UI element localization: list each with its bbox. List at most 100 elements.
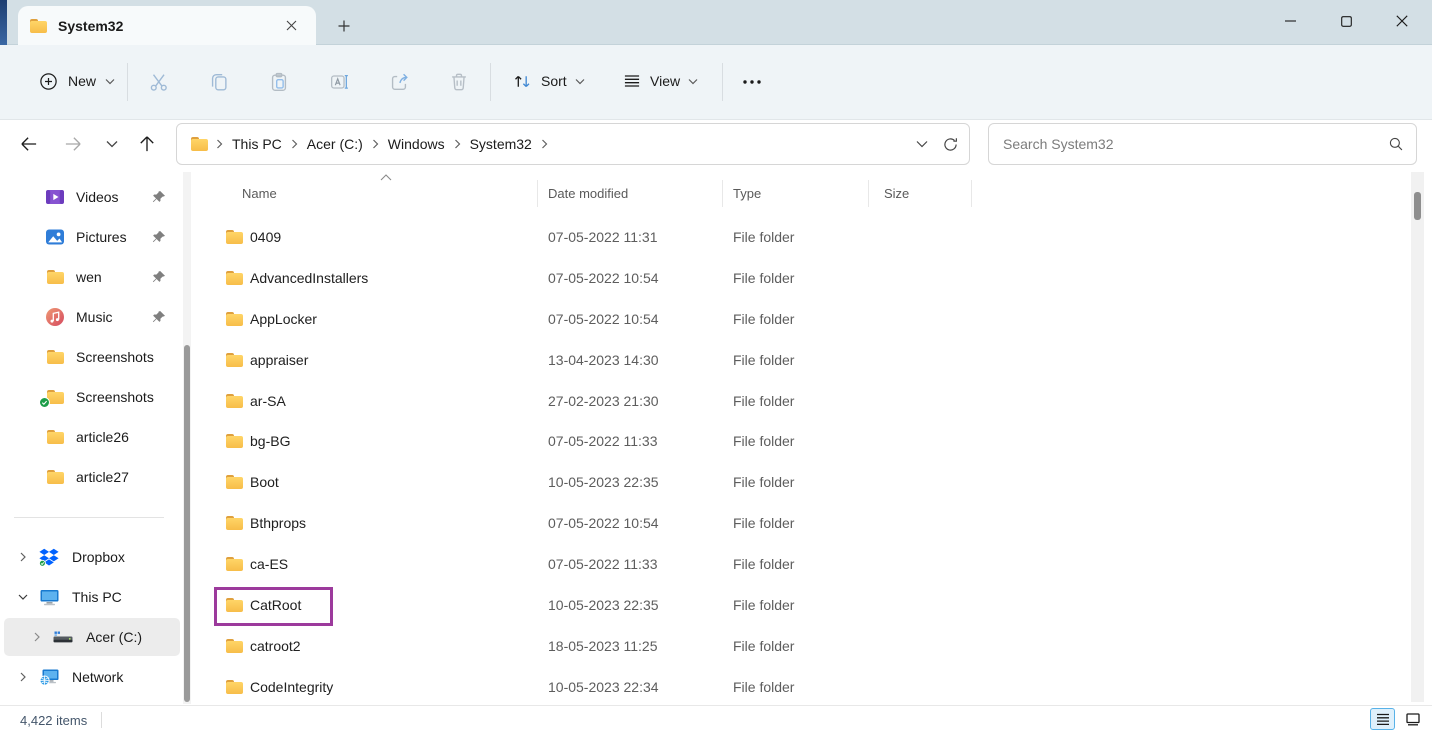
sort-button[interactable]: Sort (502, 61, 595, 101)
breadcrumb-this-pc[interactable]: This PC (225, 132, 289, 156)
search-input[interactable] (1001, 135, 1388, 153)
breadcrumb-chevron-icon (539, 139, 550, 149)
column-separator[interactable] (868, 180, 869, 207)
column-separator[interactable] (722, 180, 723, 207)
file-list-scrollbar-thumb[interactable] (1414, 192, 1421, 220)
sidebar-item-music[interactable]: Music (4, 298, 180, 336)
address-bar[interactable]: This PC Acer (C:) Windows System32 (176, 123, 970, 165)
close-window-button[interactable] (1374, 0, 1430, 42)
folder-icon (30, 19, 47, 33)
copy-button[interactable] (199, 62, 239, 102)
folder-icon (226, 394, 243, 408)
breadcrumb-system32[interactable]: System32 (463, 132, 539, 156)
sidebar-item-screenshots-2[interactable]: Screenshots (4, 378, 180, 416)
sidebar-item-label: Music (76, 309, 113, 325)
column-header-size[interactable]: Size (884, 186, 909, 201)
explorer-tab[interactable]: System32 (18, 6, 316, 45)
file-explorer-window: System32 New (0, 0, 1432, 733)
column-header-row: Name Date modified Type Size (200, 178, 1405, 210)
title-bar: System32 (0, 0, 1432, 45)
status-bar: 4,422 items (0, 705, 1432, 733)
see-more-button[interactable] (732, 62, 772, 102)
address-dropdown-button[interactable] (916, 140, 928, 148)
file-type: File folder (733, 393, 794, 409)
file-type: File folder (733, 597, 794, 613)
folder-icon (226, 434, 243, 448)
file-date: 07-05-2022 11:33 (548, 433, 658, 449)
file-row-boot[interactable]: Boot 10-05-2023 22:35 File folder (200, 462, 1405, 503)
sidebar-item-label: Pictures (76, 229, 127, 245)
up-button[interactable] (132, 129, 162, 159)
file-row-ar-sa[interactable]: ar-SA 27-02-2023 21:30 File folder (200, 381, 1405, 422)
recent-locations-button[interactable] (97, 129, 127, 159)
file-row-bthprops[interactable]: Bthprops 07-05-2022 10:54 File folder (200, 503, 1405, 544)
sidebar-item-article26[interactable]: article26 (4, 418, 180, 456)
plus-circle-icon (38, 71, 59, 92)
file-list-scrollbar-track[interactable] (1411, 172, 1424, 702)
cut-button[interactable] (139, 62, 179, 102)
file-name: ar-SA (250, 393, 286, 409)
chevron-down-icon (575, 78, 585, 85)
column-separator[interactable] (537, 180, 538, 207)
file-row-ca-es[interactable]: ca-ES 07-05-2022 11:33 File folder (200, 544, 1405, 585)
file-row-catroot[interactable]: CatRoot 10-05-2023 22:35 File folder (200, 585, 1405, 626)
sidebar-item-dropbox[interactable]: Dropbox (4, 538, 180, 576)
file-date: 10-05-2023 22:34 (548, 679, 659, 695)
file-name: Bthprops (250, 515, 306, 531)
new-button[interactable]: New (28, 61, 125, 101)
sidebar-item-videos[interactable]: Videos (4, 178, 180, 216)
column-header-type[interactable]: Type (733, 186, 761, 201)
breadcrumb-acer-c[interactable]: Acer (C:) (300, 132, 370, 156)
file-type: File folder (733, 679, 794, 695)
file-row-0409[interactable]: 0409 07-05-2022 11:31 File folder (200, 217, 1405, 258)
breadcrumb-windows[interactable]: Windows (381, 132, 452, 156)
toolbar-divider (127, 63, 128, 101)
file-row-catroot2[interactable]: catroot2 18-05-2023 11:25 File folder (200, 626, 1405, 667)
chevron-right-icon[interactable] (32, 632, 42, 642)
pin-icon (152, 190, 166, 204)
minimize-button[interactable] (1262, 0, 1318, 42)
column-separator[interactable] (971, 180, 972, 207)
sidebar-item-label: article27 (76, 469, 129, 485)
sidebar-item-pictures[interactable]: Pictures (4, 218, 180, 256)
sidebar-item-screenshots-1[interactable]: Screenshots (4, 338, 180, 376)
details-view-button[interactable] (1370, 708, 1395, 730)
sidebar-item-label: wen (76, 269, 102, 285)
chevron-right-icon[interactable] (18, 672, 28, 682)
rename-button[interactable] (319, 62, 359, 102)
file-row-bg-bg[interactable]: bg-BG 07-05-2022 11:33 File folder (200, 421, 1405, 462)
sidebar-item-wen[interactable]: wen (4, 258, 180, 296)
refresh-button[interactable] (942, 136, 959, 153)
view-lines-icon (622, 71, 642, 91)
sidebar-item-label: This PC (72, 589, 122, 605)
sort-ascending-caret-icon (380, 174, 392, 181)
maximize-button[interactable] (1318, 0, 1374, 42)
back-button[interactable] (14, 129, 44, 159)
breadcrumb-chevron-icon (452, 139, 463, 149)
sidebar-item-network[interactable]: Network (4, 658, 180, 696)
forward-button[interactable] (58, 129, 88, 159)
tab-close-button[interactable] (278, 14, 304, 38)
large-icons-view-button[interactable] (1400, 708, 1425, 730)
delete-button[interactable] (439, 62, 479, 102)
folder-icon (44, 430, 66, 444)
file-name: appraiser (250, 352, 308, 368)
new-button-label: New (68, 73, 96, 89)
file-row-codeintegrity[interactable]: CodeIntegrity 10-05-2023 22:34 File fold… (200, 667, 1405, 708)
column-header-date-modified[interactable]: Date modified (548, 186, 628, 201)
pictures-icon (44, 227, 66, 247)
file-row-applocker[interactable]: AppLocker 07-05-2022 10:54 File folder (200, 299, 1405, 340)
view-button[interactable]: View (612, 61, 708, 101)
file-row-advancedinstallers[interactable]: AdvancedInstallers 07-05-2022 10:54 File… (200, 258, 1405, 299)
column-header-name[interactable]: Name (242, 186, 277, 201)
sidebar-item-acer-c[interactable]: Acer (C:) (4, 618, 180, 656)
sidebar-scrollbar-thumb[interactable] (184, 345, 190, 702)
share-button[interactable] (379, 62, 419, 102)
chevron-down-icon[interactable] (18, 592, 28, 602)
new-tab-button[interactable] (330, 13, 358, 39)
sidebar-item-this-pc[interactable]: This PC (4, 578, 180, 616)
sidebar-item-article27[interactable]: article27 (4, 458, 180, 496)
chevron-right-icon[interactable] (18, 552, 28, 562)
paste-button[interactable] (259, 62, 299, 102)
file-row-appraiser[interactable]: appraiser 13-04-2023 14:30 File folder (200, 340, 1405, 381)
